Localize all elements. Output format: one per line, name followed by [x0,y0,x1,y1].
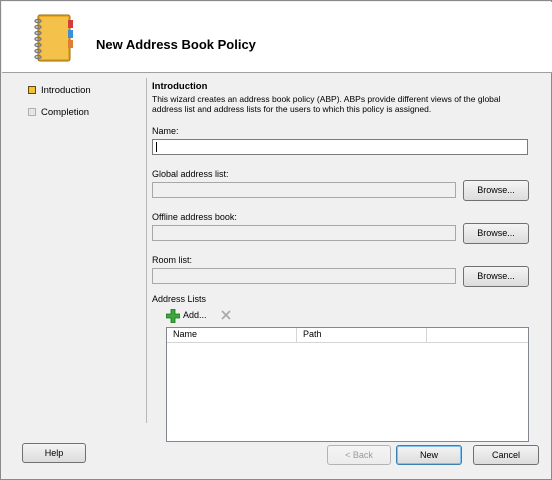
table-header: Name Path [167,328,528,343]
global-address-list-browse-button[interactable]: Browse... [463,180,529,201]
offline-address-book-browse-button[interactable]: Browse... [463,223,529,244]
step-list: Introduction Completion [27,85,91,129]
address-lists-table[interactable]: Name Path [166,327,529,442]
add-icon[interactable] [166,309,180,323]
help-button[interactable]: Help [22,443,86,463]
text-caret [156,142,157,152]
step-label: Introduction [41,85,91,96]
room-list-label: Room list: [152,255,193,265]
column-header-name[interactable]: Name [167,328,297,342]
step-introduction[interactable]: Introduction [27,85,91,107]
global-address-list-label: Global address list: [152,169,229,179]
active-step-icon [28,86,36,94]
section-description: This wizard creates an address book poli… [152,94,501,114]
inactive-step-icon [28,108,36,116]
new-button[interactable]: New [396,445,462,465]
room-list-field [152,268,456,284]
wizard-header: New Address Book Policy [2,2,552,73]
offline-address-book-field [152,225,456,241]
divider [146,78,147,423]
global-address-list-field [152,182,456,198]
section-title: Introduction [152,81,208,92]
cancel-button[interactable]: Cancel [473,445,539,465]
offline-address-book-label: Offline address book: [152,212,237,222]
name-input[interactable] [152,139,528,155]
name-label: Name: [152,126,179,136]
back-button[interactable]: < Back [327,445,391,465]
address-book-icon [34,14,73,62]
add-button[interactable]: Add... [183,310,207,320]
remove-icon[interactable] [221,310,231,320]
wizard-window: New Address Book Policy Introduction Com… [0,0,552,480]
room-list-browse-button[interactable]: Browse... [463,266,529,287]
column-header-path[interactable]: Path [297,328,427,342]
step-label: Completion [41,107,90,118]
wizard-title: New Address Book Policy [96,37,256,52]
step-completion[interactable]: Completion [27,107,91,129]
address-lists-label: Address Lists [152,294,207,304]
